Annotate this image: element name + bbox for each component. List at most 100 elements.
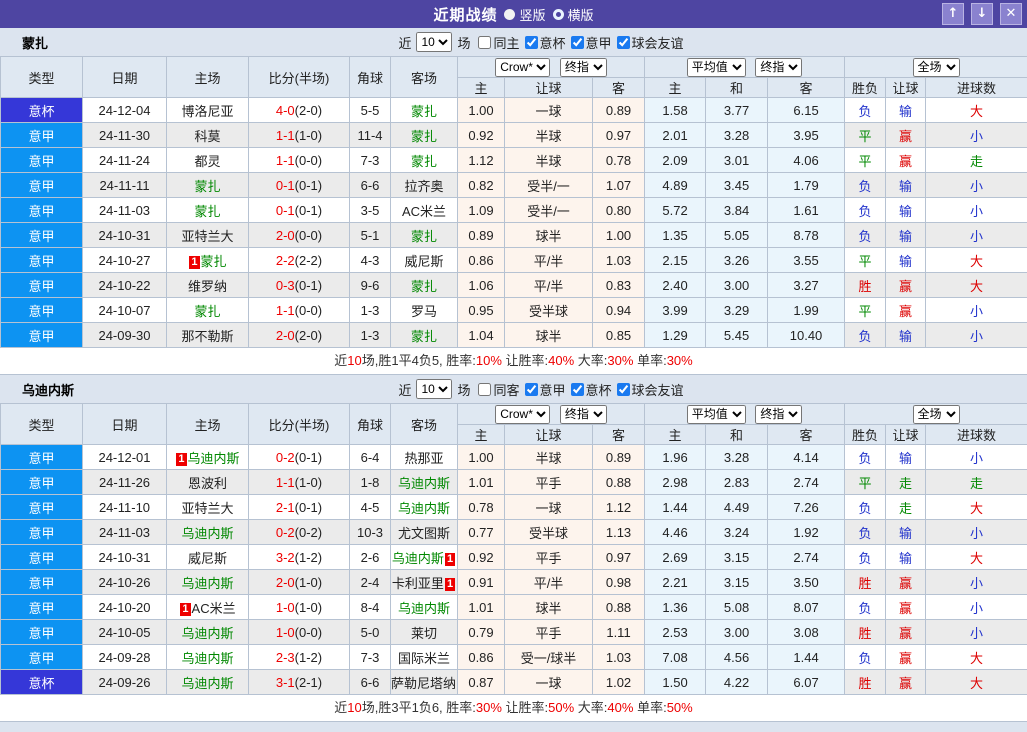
home-team-name[interactable]: 乌迪内斯 [181,676,233,691]
home-team-name[interactable]: 亚特兰大 [181,229,233,244]
layout-horizontal-radio[interactable]: 横版 [552,5,594,24]
away-team-name[interactable]: 蒙扎 [411,129,437,144]
away-team-name[interactable]: 蒙扎 [411,104,437,119]
filter-checkbox[interactable]: 意甲 [520,380,566,399]
away-team-name[interactable]: 乌迪内斯 [398,476,450,491]
home-team[interactable]: 亚特兰大 [166,222,249,248]
filter-checkbox[interactable]: 意杯 [566,380,612,399]
filter-checkbox-input[interactable] [570,35,584,49]
home-team[interactable]: 威尼斯 [166,544,249,570]
away-team-name[interactable]: 尤文图斯 [398,526,450,541]
filter-checkbox-input[interactable] [478,35,492,49]
away-team-name[interactable]: 拉齐奥 [404,179,443,194]
away-team-name[interactable]: 蒙扎 [411,329,437,344]
home-team-name[interactable]: 博洛尼亚 [181,104,233,119]
away-team[interactable]: 卡利亚里 1 [390,569,458,595]
home-team-name[interactable]: 乌迪内斯 [181,526,233,541]
away-team-name[interactable]: 罗马 [411,304,437,319]
away-team[interactable]: 萨勒尼塔纳1 [390,669,458,695]
home-team[interactable]: 蒙扎 [166,297,249,323]
home-team-name[interactable]: 蒙扎 [194,304,220,319]
away-team[interactable]: 热那亚 [390,444,458,470]
away-team-name[interactable]: 国际米兰 [398,651,450,666]
filter-checkbox[interactable]: 同客 [473,380,520,399]
away-team[interactable]: 蒙扎 [390,272,458,298]
home-team[interactable]: 科莫 [166,122,249,148]
home-team[interactable]: 恩波利 [166,469,249,495]
bookmaker-select[interactable]: Crow* [495,57,551,77]
away-team[interactable]: 乌迪内斯 1 [390,544,458,570]
home-team-name[interactable]: 乌迪内斯 [188,451,240,466]
home-team[interactable]: 1 AC米兰 [166,594,249,620]
home-team-name[interactable]: AC米兰 [192,601,236,616]
scope-select[interactable]: 全场 [912,57,960,77]
away-team-name[interactable]: 威尼斯 [404,254,443,269]
away-team-name[interactable]: 蒙扎 [411,279,437,294]
away-team[interactable]: 蒙扎 [390,97,458,123]
home-team[interactable]: 都灵 [166,147,249,173]
home-team-name[interactable]: 蒙扎 [194,179,220,194]
handicap-stage-select[interactable]: 终指 [559,57,607,77]
home-team[interactable]: 那不勒斯 [166,322,249,348]
away-team[interactable]: 莱切 [390,619,458,645]
home-team[interactable]: 乌迪内斯 [166,519,249,545]
away-team-name[interactable]: 乌迪内斯 [398,601,450,616]
home-team-name[interactable]: 那不勒斯 [181,329,233,344]
scope-select[interactable]: 全场 [912,404,960,424]
away-team[interactable]: 罗马 [390,297,458,323]
away-team[interactable]: 乌迪内斯 [390,469,458,495]
away-team-name[interactable]: AC米兰 [402,204,446,219]
filter-checkbox-input[interactable] [478,382,492,396]
away-team[interactable]: 蒙扎 [390,222,458,248]
away-team-name[interactable]: 乌迪内斯 [398,501,450,516]
filter-checkbox[interactable]: 意杯 [520,33,566,52]
match-count-select[interactable]: 10 [416,32,453,52]
away-team[interactable]: 拉齐奥 [390,172,458,198]
home-team-name[interactable]: 都灵 [194,154,220,169]
home-team[interactable]: 1 乌迪内斯 [166,444,249,470]
home-team-name[interactable]: 蒙扎 [201,254,227,269]
filter-checkbox[interactable]: 球会友谊 [612,380,684,399]
away-team[interactable]: 乌迪内斯 [390,594,458,620]
away-team[interactable]: 蒙扎 [390,122,458,148]
away-team-name[interactable]: 莱切 [411,626,437,641]
bookmaker-select[interactable]: Crow* [495,404,551,424]
filter-checkbox-input[interactable] [616,382,630,396]
home-team[interactable]: 1 蒙扎 [166,247,249,273]
away-team[interactable]: 蒙扎 [390,147,458,173]
away-team-name[interactable]: 蒙扎 [411,154,437,169]
home-team-name[interactable]: 乌迪内斯 [181,651,233,666]
away-team-name[interactable]: 卡利亚里 [392,576,444,591]
filter-checkbox[interactable]: 球会友谊 [612,33,684,52]
handicap-stage-select[interactable]: 终指 [559,404,607,424]
filter-checkbox-input[interactable] [570,382,584,396]
home-team[interactable]: 博洛尼亚 [166,97,249,123]
home-team-name[interactable]: 乌迪内斯 [181,576,233,591]
home-team-name[interactable]: 恩波利 [188,476,227,491]
home-team[interactable]: 维罗纳 [166,272,249,298]
average-select[interactable]: 平均值 [686,404,746,424]
average-select[interactable]: 平均值 [686,57,746,77]
filter-checkbox[interactable]: 同主 [473,33,520,52]
home-team[interactable]: 乌迪内斯 [166,669,249,695]
home-team[interactable]: 蒙扎 [166,172,249,198]
avg-stage-select[interactable]: 终指 [755,404,803,424]
filter-checkbox-input[interactable] [524,35,538,49]
home-team-name[interactable]: 维罗纳 [188,279,227,294]
avg-stage-select[interactable]: 终指 [755,57,803,77]
home-team-name[interactable]: 科莫 [194,129,220,144]
away-team[interactable]: 国际米兰 [390,644,458,670]
home-team-name[interactable]: 蒙扎 [194,204,220,219]
away-team-name[interactable]: 蒙扎 [411,229,437,244]
home-team-name[interactable]: 威尼斯 [188,551,227,566]
away-team[interactable]: AC米兰 [390,197,458,223]
home-team[interactable]: 亚特兰大 [166,494,249,520]
away-team[interactable]: 蒙扎 [390,322,458,348]
filter-checkbox[interactable]: 意甲 [566,33,612,52]
home-team[interactable]: 乌迪内斯 [166,619,249,645]
home-team[interactable]: 蒙扎 [166,197,249,223]
home-team-name[interactable]: 亚特兰大 [181,501,233,516]
away-team[interactable]: 威尼斯 [390,247,458,273]
away-team[interactable]: 尤文图斯 [390,519,458,545]
layout-vertical-radio[interactable]: 竖版 [504,5,546,24]
